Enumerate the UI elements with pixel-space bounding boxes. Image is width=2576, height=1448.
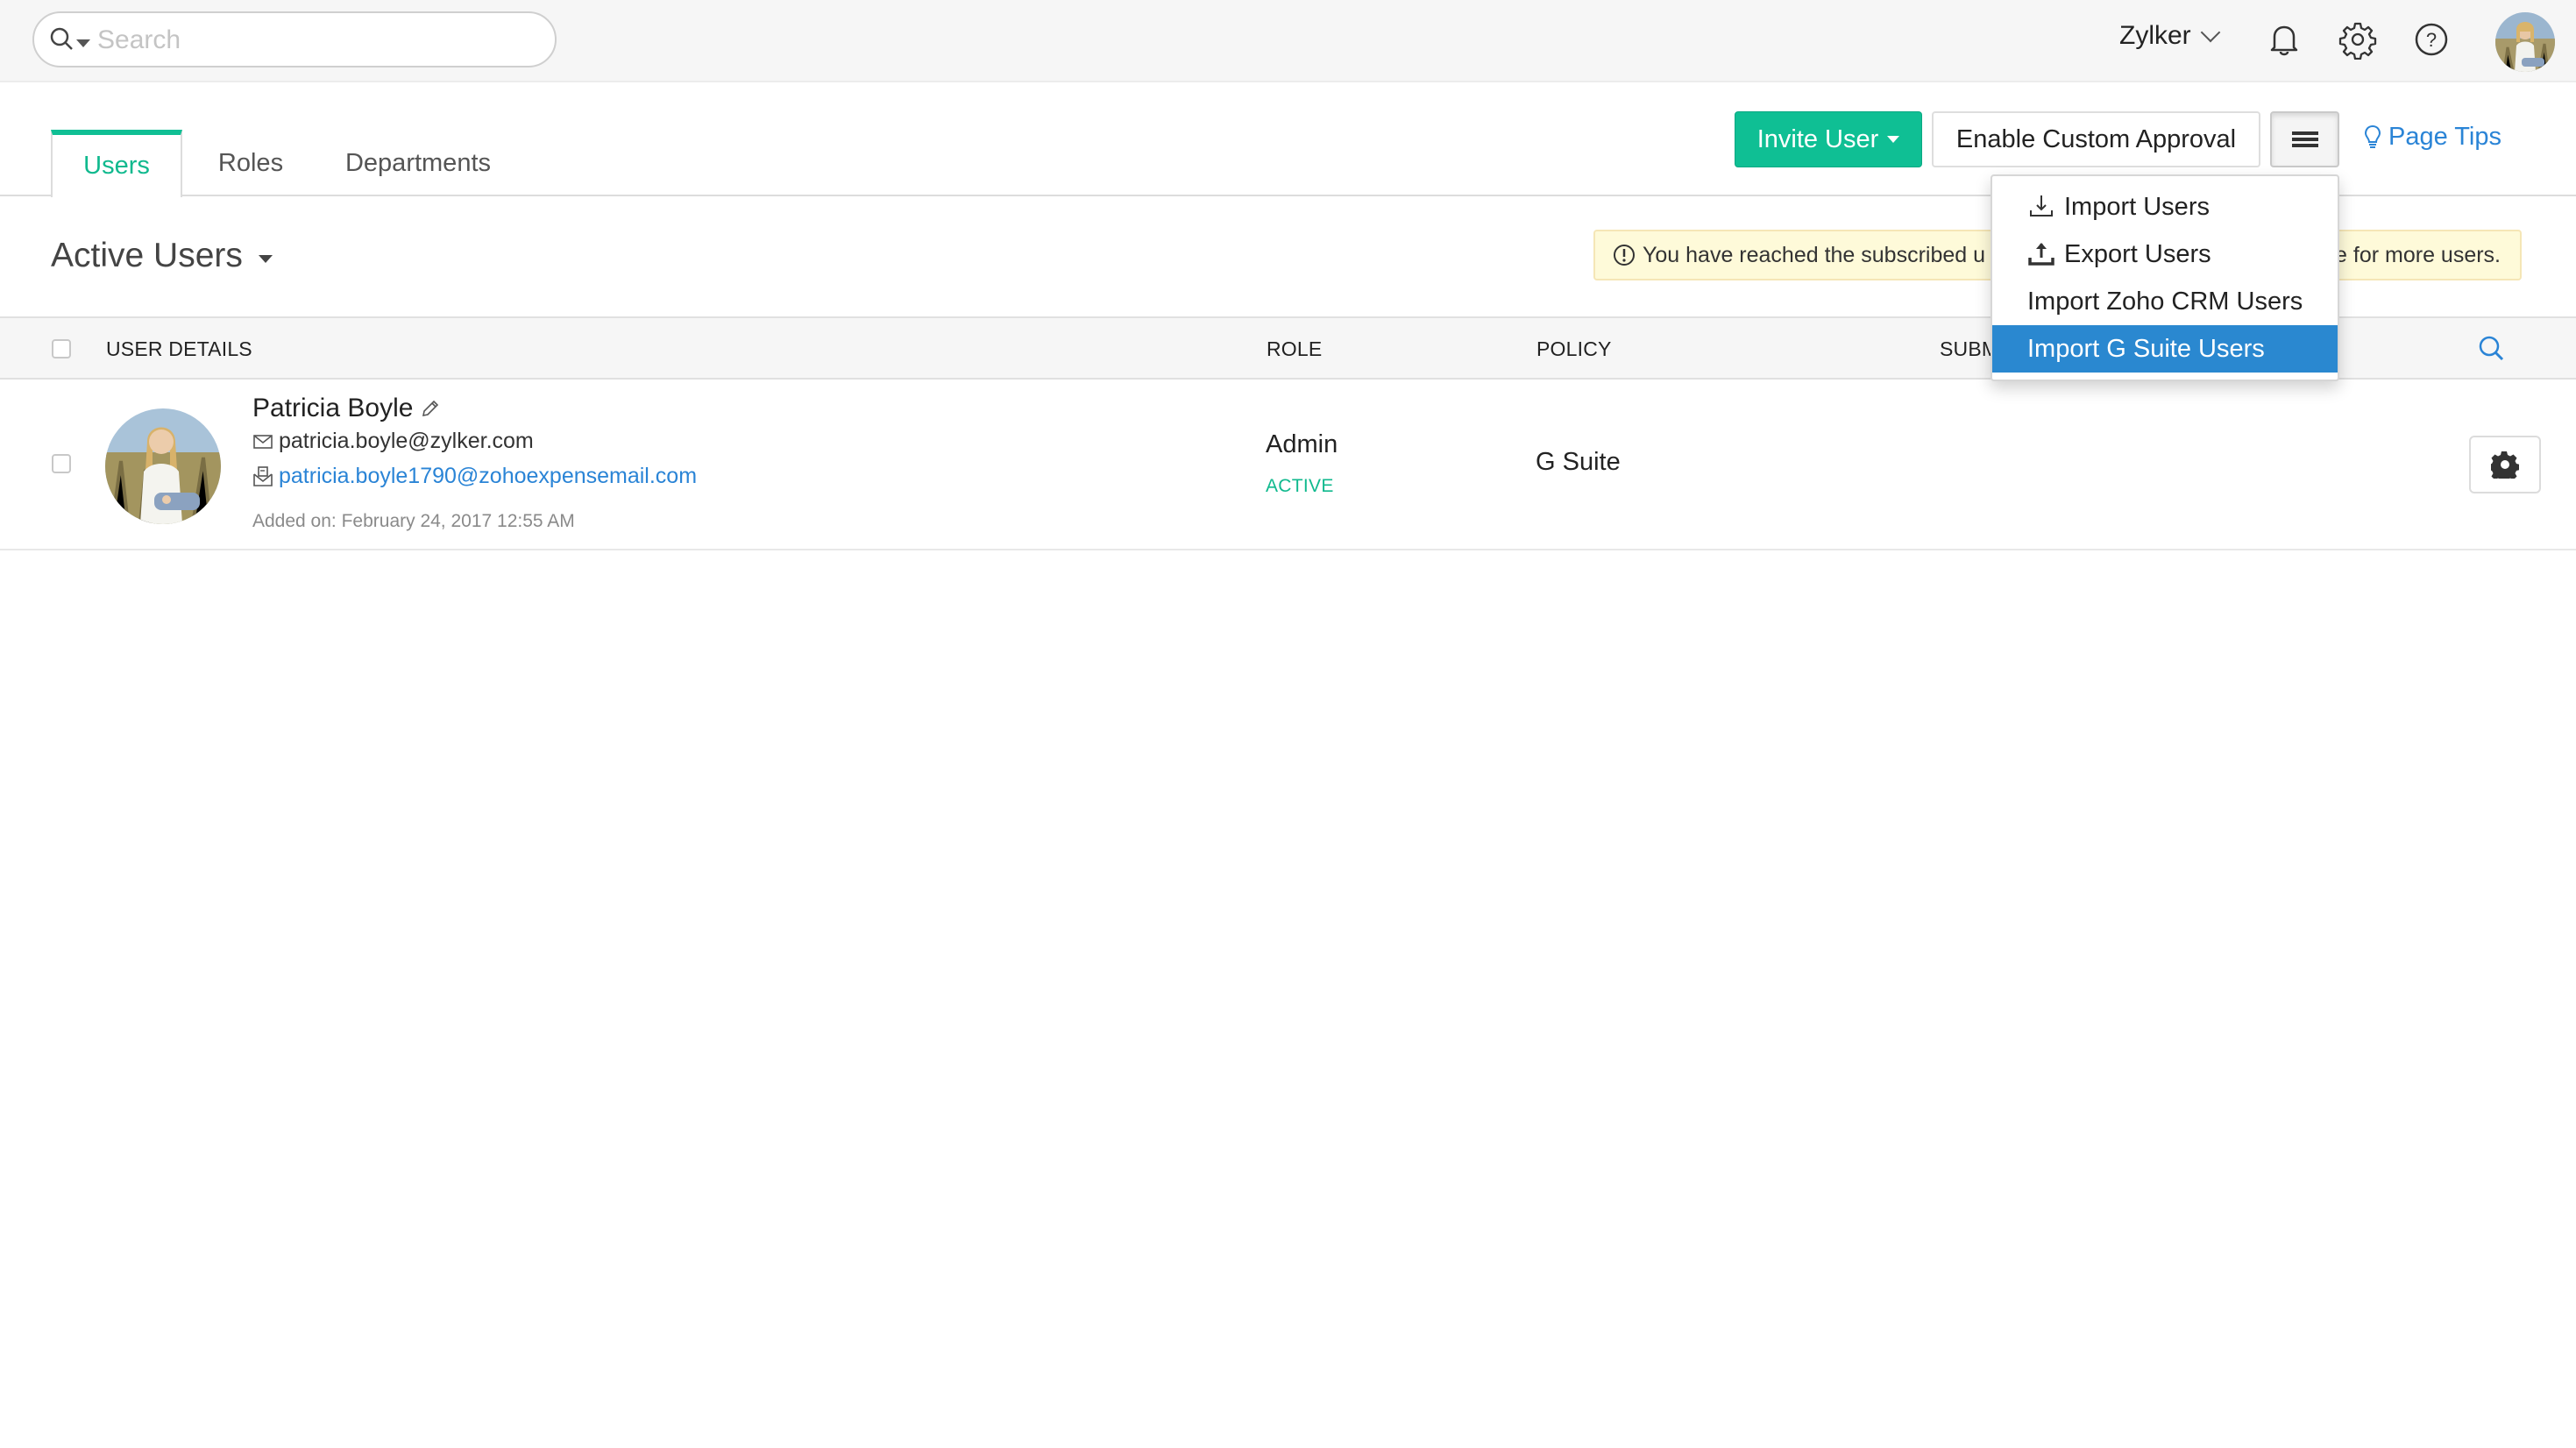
table-search-icon[interactable] bbox=[2477, 334, 2507, 364]
enable-custom-approval-button[interactable]: Enable Custom Approval bbox=[1932, 111, 2260, 167]
svg-text:?: ? bbox=[2426, 29, 2437, 51]
tab-users[interactable]: Users bbox=[51, 130, 182, 197]
info-alert-icon bbox=[1614, 245, 1635, 266]
banner-text: You have reached the subscribed u bbox=[1643, 242, 1986, 267]
caret-down-icon bbox=[1887, 136, 1900, 143]
column-policy[interactable]: POLICY bbox=[1536, 337, 1612, 361]
menu-item-import-zoho-crm-users[interactable]: Import Zoho CRM Users bbox=[1992, 278, 2338, 325]
bell-icon[interactable] bbox=[2264, 19, 2304, 60]
user-name: Patricia Boyle bbox=[252, 394, 441, 423]
menu-item-export-users[interactable]: Export Users bbox=[1992, 231, 2338, 278]
invite-user-label: Invite User bbox=[1756, 124, 1879, 153]
user-email-text: patricia.boyle@zylker.com bbox=[279, 429, 534, 453]
page-tips-label: Page Tips bbox=[2388, 123, 2501, 151]
enable-custom-approval-label: Enable Custom Approval bbox=[1955, 124, 2237, 153]
user-policy: G Suite bbox=[1536, 448, 1621, 476]
status-badge: ACTIVE bbox=[1266, 476, 1334, 496]
row-checkbox[interactable] bbox=[52, 454, 71, 473]
help-icon[interactable]: ? bbox=[2411, 19, 2452, 60]
tab-departments[interactable]: Departments bbox=[326, 130, 510, 196]
menu-item-label: Import Users bbox=[2064, 192, 2210, 221]
menu-item-label: Import Zoho CRM Users bbox=[2027, 287, 2303, 316]
user-name-text: Patricia Boyle bbox=[252, 394, 414, 422]
org-name: Zylker bbox=[2119, 21, 2191, 50]
user-email: patricia.boyle@zylker.com bbox=[252, 429, 534, 454]
menu-item-import-g-suite-users[interactable]: Import G Suite Users bbox=[1992, 325, 2338, 373]
invite-user-button[interactable]: Invite User bbox=[1735, 111, 1922, 167]
menu-item-label: Import G Suite Users bbox=[2027, 334, 2265, 363]
gear-icon[interactable] bbox=[2338, 19, 2378, 60]
tab-roles[interactable]: Roles bbox=[198, 130, 303, 196]
tab-users-label: Users bbox=[83, 152, 150, 180]
download-icon bbox=[2030, 195, 2053, 216]
lightbulb-icon bbox=[2364, 124, 2381, 148]
top-bar: Zylker ? bbox=[0, 0, 2576, 82]
user-status-filter[interactable]: Active Users bbox=[51, 237, 273, 275]
chevron-down-icon bbox=[2200, 22, 2220, 43]
column-role[interactable]: ROLE bbox=[1267, 337, 1322, 361]
row-settings-button[interactable] bbox=[2469, 436, 2541, 493]
more-options-button[interactable] bbox=[2270, 111, 2339, 167]
mail-forward-icon bbox=[253, 465, 273, 486]
user-role: Admin bbox=[1266, 430, 1338, 458]
forward-email-text: patricia.boyle1790@zohoexpensemail.com bbox=[279, 464, 698, 488]
pencil-edit-icon[interactable] bbox=[420, 398, 441, 419]
page-tips-link[interactable]: Page Tips bbox=[2364, 123, 2501, 152]
more-options-menu: Import Users Export Users Import Zoho CR… bbox=[1991, 174, 2339, 381]
menu-item-label: Export Users bbox=[2064, 239, 2211, 268]
hamburger-icon bbox=[2291, 131, 2318, 147]
caret-down-icon bbox=[258, 254, 273, 263]
global-search[interactable] bbox=[32, 11, 557, 67]
tab-roles-label: Roles bbox=[217, 148, 284, 177]
user-avatar bbox=[105, 408, 221, 524]
tab-departments-label: Departments bbox=[344, 148, 491, 177]
banner-text-end: e for more users. bbox=[2335, 243, 2501, 267]
added-on-date: Added on: February 24, 2017 12:55 AM bbox=[252, 511, 575, 531]
envelope-icon bbox=[253, 434, 273, 449]
user-avatar[interactable] bbox=[2495, 12, 2555, 72]
user-status-filter-label: Active Users bbox=[51, 237, 243, 274]
org-switcher[interactable]: Zylker bbox=[2119, 21, 2220, 51]
search-scope-caret-icon[interactable] bbox=[76, 39, 90, 47]
search-input[interactable] bbox=[97, 20, 536, 60]
select-all-checkbox[interactable] bbox=[52, 339, 71, 358]
search-icon[interactable] bbox=[48, 25, 78, 55]
gear-icon bbox=[2491, 451, 2519, 479]
forward-email-link[interactable]: patricia.boyle1790@zohoexpensemail.com bbox=[252, 464, 697, 489]
column-user-details[interactable]: USER DETAILS bbox=[106, 337, 252, 361]
menu-item-import-users[interactable]: Import Users bbox=[1992, 183, 2338, 231]
upload-icon bbox=[2028, 243, 2054, 266]
table-row[interactable]: Patricia Boyle patricia.boyle@zylker.com… bbox=[0, 380, 2576, 550]
